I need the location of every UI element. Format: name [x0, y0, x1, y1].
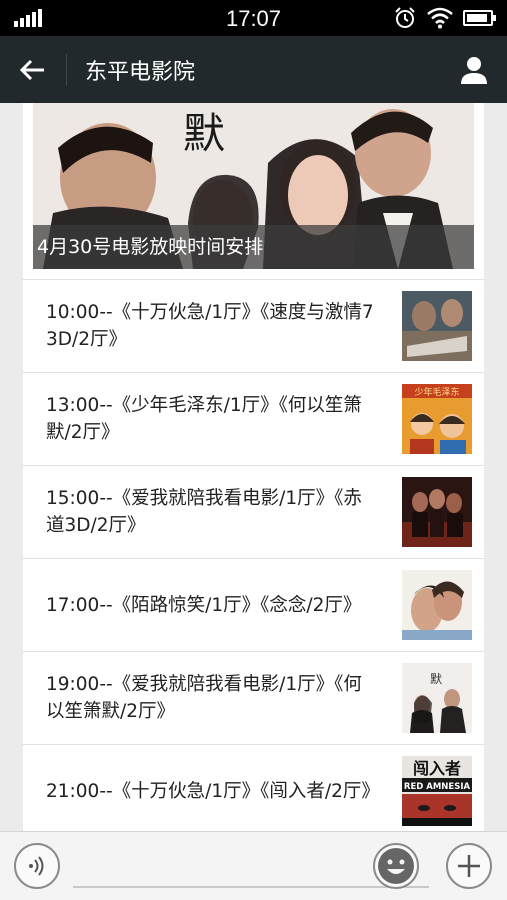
list-item[interactable]: 13:00--《少年毛泽东/1厅》《何以笙箫默/2厅》 少年毛泽东 — [23, 372, 484, 465]
list-item-text: 19:00--《爱我就陪我看电影/1厅》《何以笙箫默/2厅》 — [46, 674, 362, 722]
battery-icon — [463, 10, 496, 26]
more-button[interactable] — [446, 843, 492, 889]
message-input[interactable] — [73, 886, 429, 888]
list-item[interactable]: 19:00--《爱我就陪我看电影/1厅》《何以笙箫默/2厅》 默 — [23, 651, 484, 744]
thumbnail-image — [402, 291, 472, 361]
list-item[interactable]: 17:00--《陌路惊笑/1厅》《念念/2厅》 — [23, 558, 484, 651]
list-item-text: 17:00--《陌路惊笑/1厅》《念念/2厅》 — [46, 594, 362, 616]
page-title: 东平电影院 — [85, 59, 196, 85]
schedule-list: 10:00--《十万伙急/1厅》《速度与激情7 3D/2厅》 13:00--《少… — [23, 279, 484, 831]
list-item-text: 15:00--《爱我就陪我看电影/1厅》《赤道3D/2厅》 — [46, 488, 362, 536]
thumbnail-6-subtitle: RED AMNESIA — [404, 782, 471, 792]
banner-caption: 4月30号电影放映时间安排 — [33, 225, 474, 269]
title-divider — [66, 53, 67, 86]
emoji-icon — [378, 848, 414, 884]
status-time: 17:07 — [225, 6, 282, 31]
thumbnail-image: 少年毛泽东 — [402, 384, 472, 454]
voice-button[interactable] — [14, 843, 60, 889]
emoji-button[interactable] — [373, 843, 419, 889]
thumbnail-image: 闯入者 RED AMNESIA — [402, 756, 472, 826]
thumbnail-6-title: 闯入者 — [413, 759, 461, 778]
thumbnail-image: 默 — [402, 663, 472, 733]
banner-image[interactable]: 默 4月30号电影放映时间安排 — [33, 103, 474, 269]
profile-button[interactable] — [441, 36, 507, 103]
article-list[interactable]: 默 4月30号电影放映时间安排 10:00--《十万伙急/1厅》《速度与激情7 … — [23, 103, 484, 831]
thumbnail-image — [402, 477, 472, 547]
thumbnail-2-title: 少年毛泽东 — [414, 386, 459, 398]
back-arrow-icon — [20, 59, 44, 80]
list-item-text: 13:00--《少年毛泽东/1厅》《何以笙箫默/2厅》 — [46, 395, 362, 443]
status-bar: 17:07 — [0, 0, 507, 36]
banner-poster-title: 默 — [183, 109, 225, 158]
thumbnail-5-glyph: 默 — [430, 671, 442, 686]
title-bar: 东平电影院 — [0, 36, 507, 103]
back-button[interactable] — [0, 36, 66, 103]
list-item[interactable]: 15:00--《爱我就陪我看电影/1厅》《赤道3D/2厅》 — [23, 465, 484, 558]
voice-icon — [29, 856, 44, 876]
plus-icon — [458, 855, 480, 877]
list-item-text: 21:00--《十万伙急/1厅》《闯入者/2厅》 — [46, 780, 380, 802]
user-icon — [461, 56, 487, 84]
thumbnail-image — [402, 570, 472, 640]
bottom-input-bar — [0, 831, 507, 900]
list-item-text: 10:00--《十万伙急/1厅》《速度与激情7 3D/2厅》 — [46, 302, 374, 350]
list-item[interactable]: 10:00--《十万伙急/1厅》《速度与激情7 3D/2厅》 — [23, 279, 484, 372]
list-item[interactable]: 21:00--《十万伙急/1厅》《闯入者/2厅》 闯入者 RED AMNESIA — [23, 744, 484, 831]
